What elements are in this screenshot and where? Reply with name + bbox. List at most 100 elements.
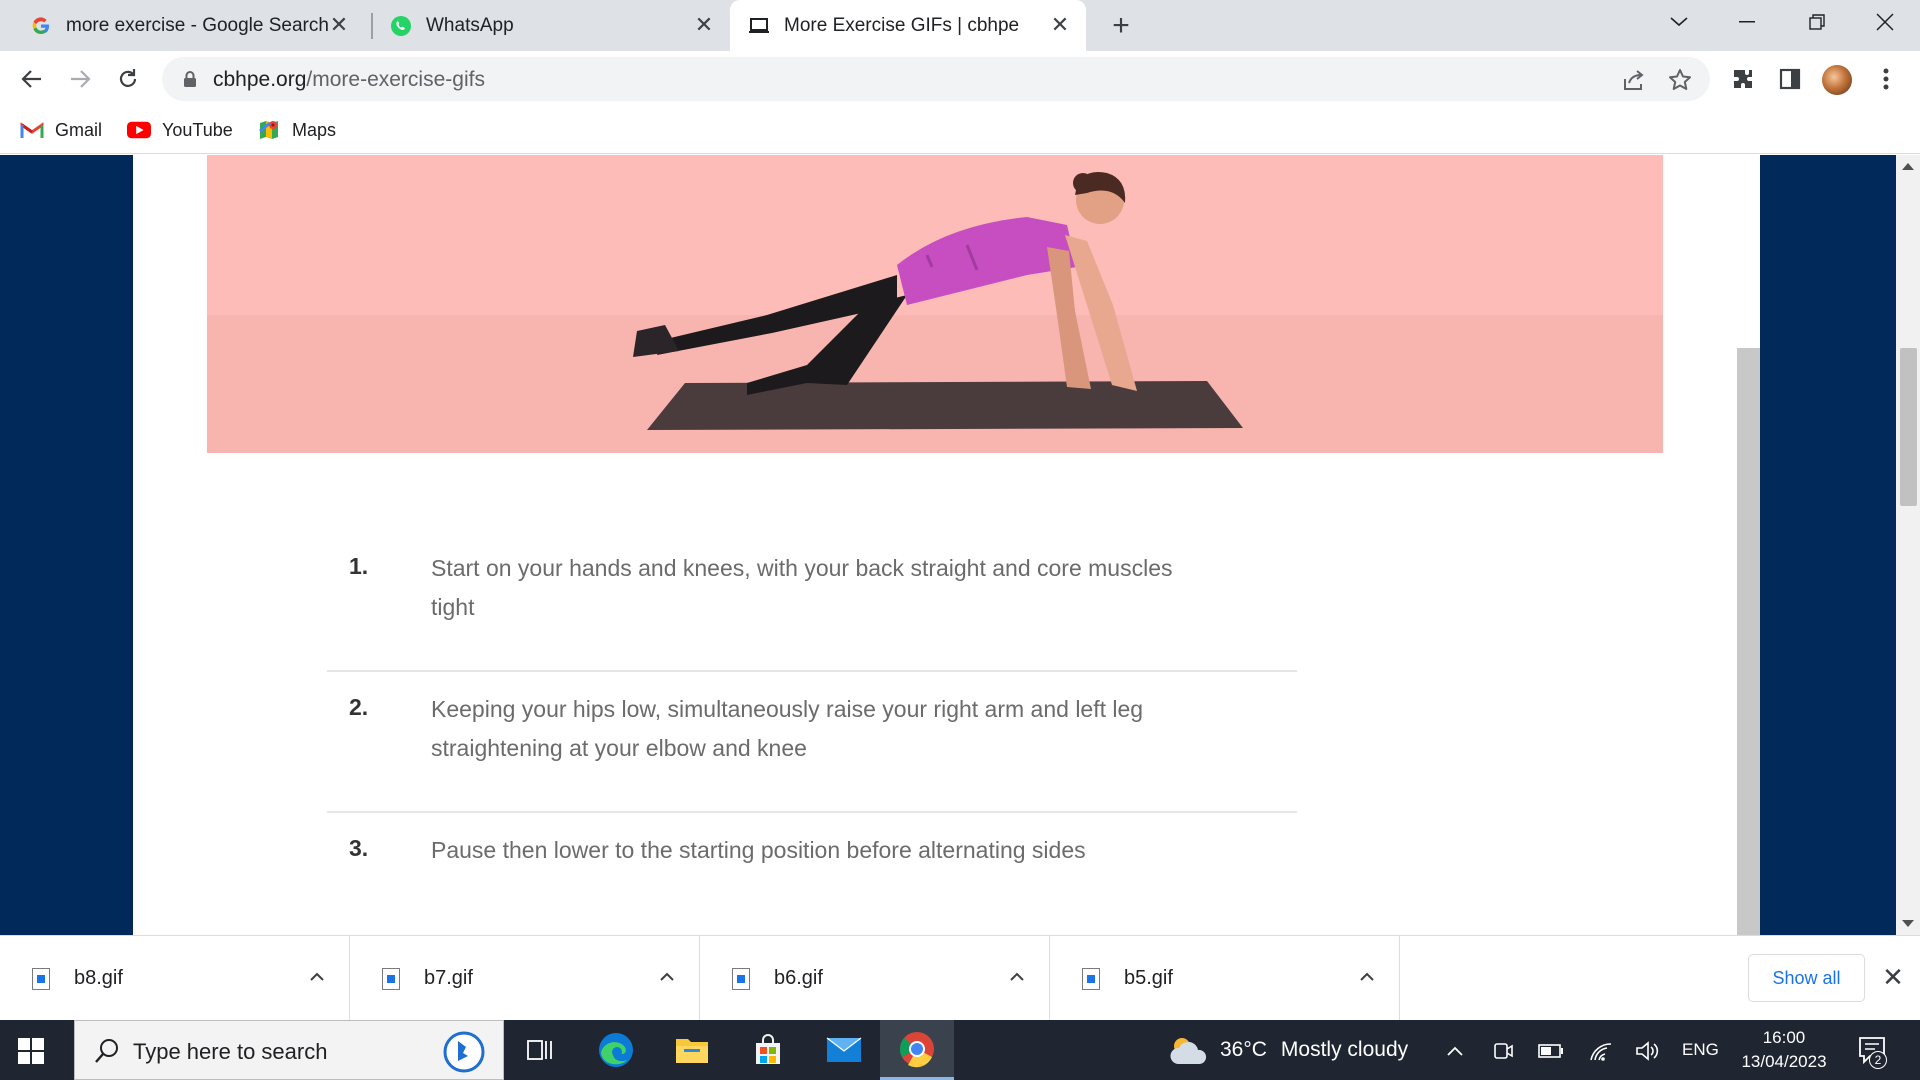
cloudy-weather-icon: [1168, 1034, 1208, 1066]
step-text: Keeping your hips low, simultaneously ra…: [431, 696, 1144, 761]
bookmark-label: Maps: [292, 119, 337, 140]
url-path: /more-exercise-gifs: [306, 68, 485, 91]
bookmark-youtube[interactable]: YouTube: [127, 115, 233, 145]
windows-taskbar: Type here to search 36°C Mostly cloudy E…: [0, 1020, 1920, 1080]
bookmark-label: YouTube: [162, 119, 233, 140]
task-view-icon[interactable]: [504, 1020, 576, 1080]
file-icon: [732, 968, 750, 990]
content-scrollbar[interactable]: [1737, 348, 1760, 935]
download-item[interactable]: b6.gif: [700, 936, 1050, 1021]
url-text[interactable]: cbhpe.org/more-exercise-gifs: [213, 68, 485, 92]
page-scrollbar[interactable]: [1896, 155, 1920, 935]
menu-kebab-icon[interactable]: [1870, 63, 1902, 95]
scrollbar-thumb[interactable]: [1900, 348, 1917, 506]
list-item: 2. Keeping your hips low, simultaneously…: [327, 672, 1297, 813]
tab-title: More Exercise GIFs | cbhpe: [784, 14, 1020, 36]
microsoft-store-icon[interactable]: [732, 1020, 804, 1080]
exercise-figure-illustration: [633, 171, 1243, 430]
close-window-button[interactable]: [1850, 0, 1920, 44]
chevron-up-icon[interactable]: [1442, 1038, 1468, 1064]
side-panel-icon[interactable]: [1774, 63, 1806, 95]
close-icon[interactable]: ✕: [327, 12, 351, 37]
bookmark-maps[interactable]: Maps: [257, 115, 336, 145]
weather-temperature: 36°C: [1220, 1038, 1267, 1061]
reload-button[interactable]: [110, 61, 146, 97]
file-icon: [1082, 968, 1100, 990]
tab-separator: [371, 13, 373, 39]
minimize-button[interactable]: [1712, 0, 1782, 44]
page-content-column: 1. Start on your hands and knees, with y…: [133, 155, 1760, 935]
address-bar[interactable]: cbhpe.org/more-exercise-gifs: [162, 57, 1710, 101]
edge-browser-icon[interactable]: [580, 1020, 652, 1080]
bing-icon[interactable]: [443, 1031, 485, 1073]
download-item[interactable]: b8.gif: [0, 936, 350, 1021]
step-number: 1.: [349, 553, 369, 579]
back-button[interactable]: [14, 61, 50, 97]
tab-whatsapp[interactable]: WhatsApp ✕: [374, 0, 730, 51]
restore-button[interactable]: [1782, 0, 1852, 44]
forward-button[interactable]: [62, 61, 98, 97]
close-icon[interactable]: ✕: [1048, 12, 1072, 37]
step-text: Start on your hands and knees, with your…: [431, 555, 1173, 620]
chevron-up-icon[interactable]: [656, 966, 678, 988]
tab-title: WhatsApp: [426, 14, 514, 36]
scroll-up-arrow-icon[interactable]: [1902, 163, 1914, 170]
battery-icon[interactable]: [1538, 1038, 1564, 1064]
chrome-icon[interactable]: [880, 1020, 954, 1080]
wifi-icon[interactable]: [1588, 1038, 1614, 1064]
extensions-icon[interactable]: [1727, 63, 1759, 95]
new-tab-button[interactable]: +: [1104, 9, 1138, 43]
clock-time: 16:00: [1762, 1028, 1806, 1047]
windows-start-icon[interactable]: [18, 1038, 44, 1064]
file-icon: [32, 968, 50, 990]
input-language[interactable]: ENG: [1682, 1040, 1719, 1060]
step-text: Pause then lower to the starting positio…: [431, 837, 1086, 863]
volume-icon[interactable]: [1634, 1038, 1660, 1064]
tab-title: more exercise - Google Search: [66, 14, 329, 36]
exercise-steps-list: 1. Start on your hands and knees, with y…: [327, 531, 1297, 935]
mail-icon[interactable]: [808, 1020, 880, 1080]
download-filename: b8.gif: [74, 967, 123, 989]
whatsapp-icon: [390, 15, 412, 37]
show-all-button[interactable]: Show all: [1748, 954, 1865, 1002]
profile-avatar[interactable]: [1822, 65, 1852, 95]
exercise-gif-image: [207, 155, 1663, 453]
meet-now-icon[interactable]: [1490, 1038, 1516, 1064]
download-bar: b8.gif b7.gif b6.gif b5.gif Show all ✕: [0, 935, 1920, 1021]
google-icon: [30, 15, 52, 37]
file-icon: [382, 968, 400, 990]
close-icon[interactable]: ✕: [692, 12, 716, 37]
page-viewport: 1. Start on your hands and knees, with y…: [0, 155, 1896, 935]
lock-icon[interactable]: [180, 69, 200, 89]
tab-google-search[interactable]: more exercise - Google Search ✕: [0, 0, 365, 51]
tab-more-exercise-gifs[interactable]: More Exercise GIFs | cbhpe ✕: [730, 0, 1086, 51]
file-explorer-icon[interactable]: [656, 1020, 728, 1080]
list-item: 1. Start on your hands and knees, with y…: [327, 531, 1297, 672]
download-item[interactable]: b7.gif: [350, 936, 700, 1021]
bookmarks-bar: Gmail YouTube Maps: [0, 107, 1920, 154]
bookmark-star-icon[interactable]: [1667, 67, 1693, 93]
tab-strip: more exercise - Google Search ✕ WhatsApp…: [0, 0, 1920, 51]
tab-search-chevron-icon[interactable]: [1644, 0, 1714, 44]
chevron-up-icon[interactable]: [1356, 966, 1378, 988]
chevron-up-icon[interactable]: [1006, 966, 1028, 988]
site-favicon-icon: [748, 15, 770, 37]
search-placeholder: Type here to search: [133, 1039, 328, 1064]
scroll-down-arrow-icon[interactable]: [1902, 920, 1914, 927]
bookmark-label: Gmail: [55, 119, 103, 140]
download-filename: b7.gif: [424, 967, 473, 989]
taskbar-search-input[interactable]: Type here to search: [74, 1020, 504, 1080]
close-download-bar-icon[interactable]: ✕: [1880, 962, 1906, 992]
list-item: 3. Pause then lower to the starting posi…: [327, 813, 1297, 935]
system-clock[interactable]: 16:00 13/04/2023: [1736, 1026, 1832, 1074]
step-number: 2.: [349, 694, 369, 720]
gmail-icon: [20, 120, 44, 140]
clock-date: 13/04/2023: [1741, 1052, 1827, 1071]
share-icon[interactable]: [1621, 67, 1647, 93]
chevron-up-icon[interactable]: [306, 966, 328, 988]
weather-widget[interactable]: 36°C Mostly cloudy: [1168, 1034, 1408, 1066]
bookmark-gmail[interactable]: Gmail: [20, 115, 102, 145]
browser-toolbar: cbhpe.org/more-exercise-gifs: [0, 51, 1920, 107]
download-item[interactable]: b5.gif: [1050, 936, 1400, 1021]
search-icon: [93, 1037, 121, 1065]
